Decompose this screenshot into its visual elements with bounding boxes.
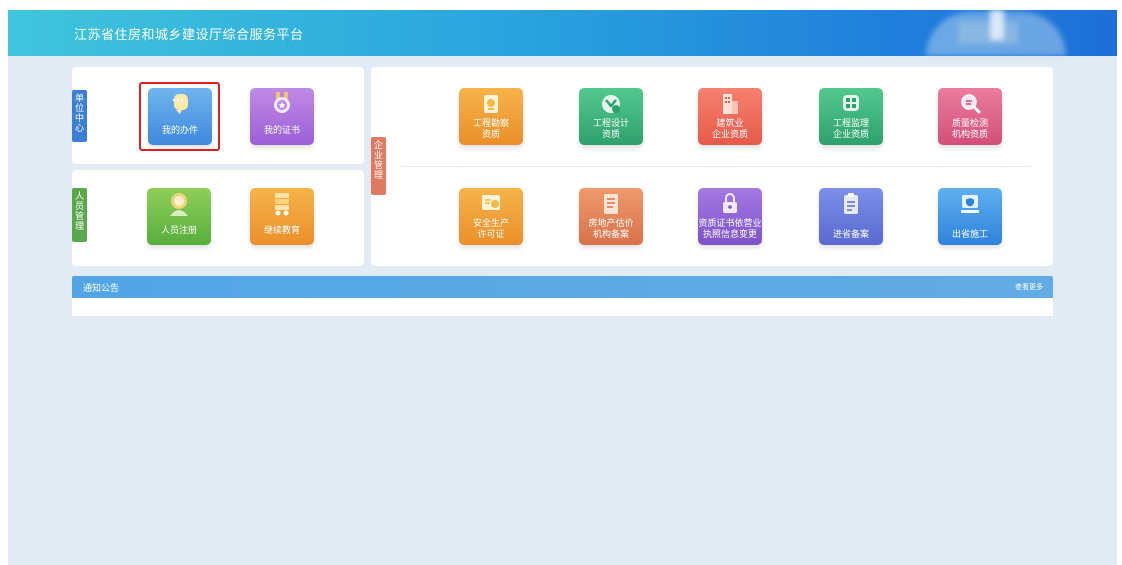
selection-highlight	[139, 82, 220, 151]
row-divider	[401, 166, 1031, 167]
document-icon	[599, 192, 623, 216]
lock-icon	[718, 192, 742, 216]
tile-label: 继续教育	[263, 226, 300, 236]
tile-quality-testing-qualification[interactable]: 质量检测 机构资质	[938, 88, 1002, 145]
survey-icon	[479, 92, 503, 116]
clipboard-icon	[839, 192, 863, 216]
section-tab-enterprise: 企 业 管 理	[371, 137, 386, 195]
tile-label: 安全生产 许可证	[472, 219, 509, 240]
notice-title: 通知公告	[83, 284, 120, 294]
tile-label: 工程监理 企业资质	[832, 119, 869, 140]
tile-enter-province-filing[interactable]: 进省备案	[819, 188, 883, 245]
book-stack-icon	[270, 192, 294, 216]
blurred-user-area-inner	[958, 22, 1018, 44]
tile-design-qualification[interactable]: 工程设计 资质	[579, 88, 643, 145]
app-window: 江苏省住房和城乡建设厅综合服务平台 单 位 中 心 我的办件 我的证书 人 员 …	[8, 10, 1117, 565]
section-tab-unit-center: 单 位 中 心	[72, 90, 87, 142]
certificate-icon	[479, 192, 503, 216]
tile-supervision-qualification[interactable]: 工程监理 企业资质	[819, 88, 883, 145]
tile-label: 我的证书	[263, 126, 300, 136]
shield-board-icon	[958, 192, 982, 216]
building-icon	[718, 92, 742, 116]
tile-safety-production-license[interactable]: 安全生产 许可证	[459, 188, 523, 245]
tile-survey-qualification[interactable]: 工程勘察 资质	[459, 88, 523, 145]
platform-title: 江苏省住房和城乡建设厅综合服务平台	[74, 28, 304, 43]
tile-label: 人员注册	[160, 226, 197, 236]
design-icon	[599, 92, 623, 116]
tile-out-province-construction[interactable]: 出省施工	[938, 188, 1002, 245]
notice-header: 通知公告 查看更多	[72, 276, 1053, 298]
tile-label: 工程勘察 资质	[472, 119, 509, 140]
tile-construction-qualification[interactable]: 建筑业 企业资质	[698, 88, 762, 145]
notice-list	[72, 298, 1053, 316]
personnel-panel	[72, 170, 364, 266]
tile-my-certificates[interactable]: 我的证书	[250, 88, 314, 145]
tile-label: 资质证书依营业 执照信息变更	[698, 219, 762, 240]
supervision-icon	[839, 92, 863, 116]
tile-license-info-change[interactable]: 资质证书依营业 执照信息变更	[698, 188, 762, 245]
tile-continuing-education[interactable]: 继续教育	[250, 188, 314, 245]
person-icon	[167, 192, 191, 216]
magnifier-icon	[958, 92, 982, 116]
tile-personnel-registration[interactable]: 人员注册	[147, 188, 211, 245]
header-bar: 江苏省住房和城乡建设厅综合服务平台	[8, 10, 1117, 56]
tile-label: 房地产估价 机构备案	[588, 219, 634, 240]
tile-label: 出省施工	[951, 230, 988, 240]
section-tab-personnel: 人 员 管 理	[72, 188, 87, 242]
tile-real-estate-appraisal-filing[interactable]: 房地产估价 机构备案	[579, 188, 643, 245]
view-more-link[interactable]: 查看更多	[1015, 282, 1043, 292]
tile-label: 工程设计 资质	[592, 119, 629, 140]
tile-label: 质量检测 机构资质	[951, 119, 988, 140]
tile-label: 建筑业 企业资质	[711, 119, 748, 140]
medal-icon	[270, 92, 294, 116]
tile-label: 进省备案	[832, 230, 869, 240]
blurred-user-area-mark	[990, 10, 1004, 40]
